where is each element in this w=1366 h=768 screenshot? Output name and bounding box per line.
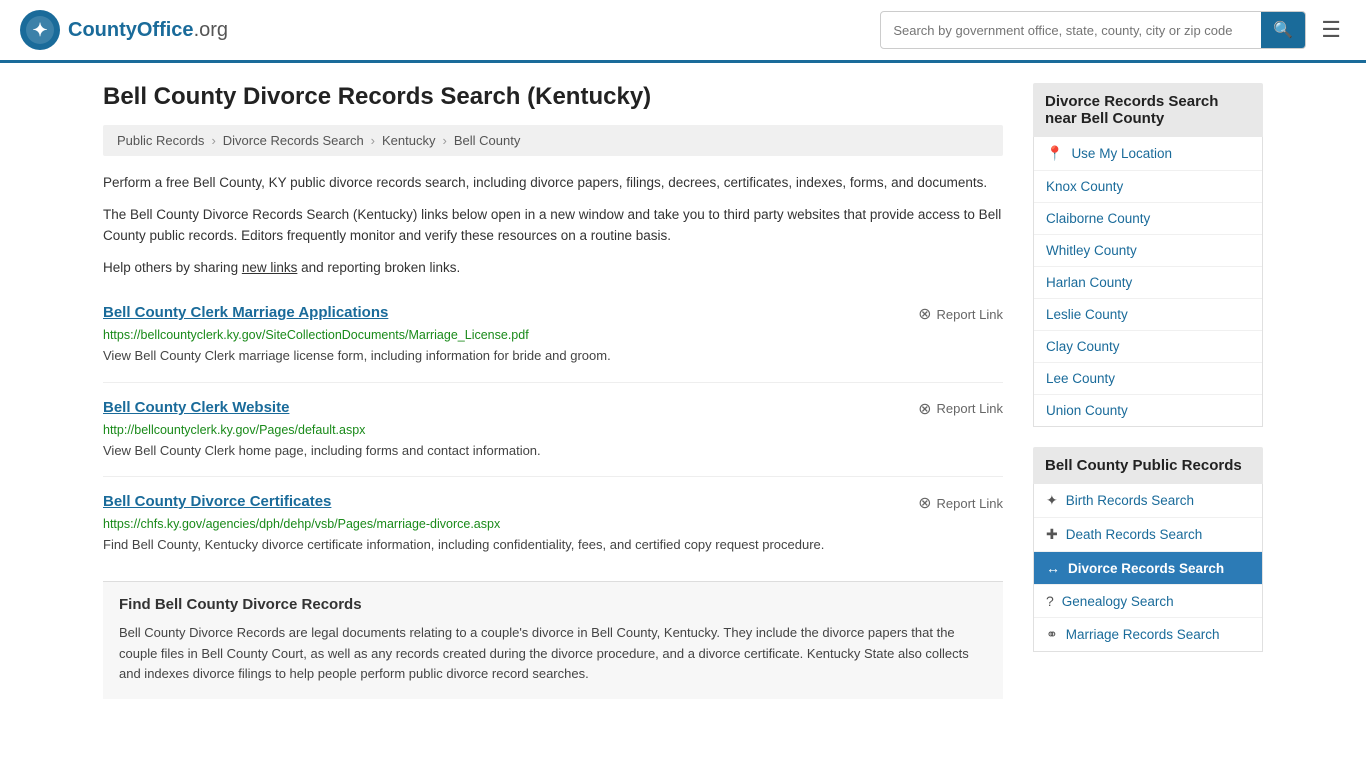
sidebar: Divorce Records Search near Bell County … bbox=[1033, 83, 1263, 699]
pr-link-3[interactable]: Genealogy Search bbox=[1062, 594, 1174, 609]
sidebar-pr-item-1[interactable]: ✚ Death Records Search bbox=[1034, 518, 1262, 552]
result-title-0[interactable]: Bell County Clerk Marriage Applications bbox=[103, 304, 388, 321]
sidebar-nearby-item-6[interactable]: Clay County bbox=[1034, 331, 1262, 363]
results-list: Bell County Clerk Marriage Applications … bbox=[103, 288, 1003, 571]
sidebar-pr-item-4[interactable]: ⚭ Marriage Records Search bbox=[1034, 618, 1262, 651]
logo-icon: ✦ bbox=[20, 10, 60, 50]
sidebar-nearby-title: Divorce Records Search near Bell County bbox=[1033, 83, 1263, 137]
report-icon-1: ⊗ bbox=[918, 399, 931, 419]
sidebar-nearby-item-0[interactable]: 📍 Use My Location bbox=[1034, 137, 1262, 171]
find-section: Find Bell County Divorce Records Bell Co… bbox=[103, 581, 1003, 699]
intro-text-1: Perform a free Bell County, KY public di… bbox=[103, 172, 1003, 194]
result-title-1[interactable]: Bell County Clerk Website bbox=[103, 399, 289, 416]
search-bar: 🔍 bbox=[880, 11, 1306, 49]
intro-text-3: Help others by sharing new links and rep… bbox=[103, 257, 1003, 279]
result-item-1: Bell County Clerk Website ⊗ Report Link … bbox=[103, 383, 1003, 478]
breadcrumb-sep-2: › bbox=[371, 133, 375, 148]
result-url-0: https://bellcountyclerk.ky.gov/SiteColle… bbox=[103, 328, 1003, 342]
result-title-2[interactable]: Bell County Divorce Certificates bbox=[103, 493, 331, 510]
result-url-1: http://bellcountyclerk.ky.gov/Pages/defa… bbox=[103, 423, 1003, 437]
nearby-link-3[interactable]: Whitley County bbox=[1046, 243, 1137, 258]
breadcrumb-link-kentucky[interactable]: Kentucky bbox=[382, 133, 435, 148]
public-records-list: ✦ Birth Records Search ✚ Death Records S… bbox=[1033, 484, 1263, 652]
sidebar-nearby-item-3[interactable]: Whitley County bbox=[1034, 235, 1262, 267]
result-url-2: https://chfs.ky.gov/agencies/dph/dehp/vs… bbox=[103, 517, 1003, 531]
report-icon-0: ⊗ bbox=[918, 304, 931, 324]
report-link-2[interactable]: ⊗ Report Link bbox=[918, 493, 1003, 513]
nearby-link-0[interactable]: Use My Location bbox=[1071, 146, 1172, 161]
sidebar-nearby-item-2[interactable]: Claiborne County bbox=[1034, 203, 1262, 235]
sidebar-nearby-section: Divorce Records Search near Bell County … bbox=[1033, 83, 1263, 427]
nearby-list: 📍 Use My Location Knox County Claiborne Cou… bbox=[1033, 137, 1263, 427]
header-right: 🔍 ☰ bbox=[880, 11, 1346, 49]
report-link-1[interactable]: ⊗ Report Link bbox=[918, 399, 1003, 419]
nearby-link-1[interactable]: Knox County bbox=[1046, 179, 1123, 194]
search-input[interactable] bbox=[881, 15, 1261, 46]
breadcrumb: Public Records › Divorce Records Search … bbox=[103, 125, 1003, 156]
new-links-link[interactable]: new links bbox=[242, 260, 298, 275]
breadcrumb-sep-3: › bbox=[443, 133, 447, 148]
sidebar-pr-item-3[interactable]: ? Genealogy Search bbox=[1034, 585, 1262, 618]
nearby-link-2[interactable]: Claiborne County bbox=[1046, 211, 1150, 226]
pr-link-4[interactable]: Marriage Records Search bbox=[1066, 627, 1220, 642]
pr-icon-2: ↔ bbox=[1046, 560, 1060, 576]
pr-icon-0: ✦ bbox=[1046, 492, 1058, 509]
report-label-1: Report Link bbox=[937, 401, 1003, 416]
sidebar-public-records-section: Bell County Public Records ✦ Birth Recor… bbox=[1033, 447, 1263, 652]
pr-link-0[interactable]: Birth Records Search bbox=[1066, 493, 1194, 508]
nearby-link-5[interactable]: Leslie County bbox=[1046, 307, 1128, 322]
logo-area: ✦ CountyOffice.org bbox=[20, 10, 228, 50]
pr-icon-1: ✚ bbox=[1046, 526, 1058, 543]
pr-icon-3: ? bbox=[1046, 593, 1054, 609]
sidebar-nearby-item-5[interactable]: Leslie County bbox=[1034, 299, 1262, 331]
pr-icon-4: ⚭ bbox=[1046, 626, 1058, 643]
breadcrumb-link-public-records[interactable]: Public Records bbox=[117, 133, 204, 148]
nearby-link-4[interactable]: Harlan County bbox=[1046, 275, 1132, 290]
nearby-link-6[interactable]: Clay County bbox=[1046, 339, 1120, 354]
location-icon: 📍 bbox=[1046, 145, 1063, 162]
svg-text:✦: ✦ bbox=[32, 20, 47, 40]
sidebar-nearby-item-8[interactable]: Union County bbox=[1034, 395, 1262, 426]
pr-link-1[interactable]: Death Records Search bbox=[1066, 527, 1203, 542]
result-item-0: Bell County Clerk Marriage Applications … bbox=[103, 288, 1003, 383]
report-label-0: Report Link bbox=[937, 307, 1003, 322]
find-section-text: Bell County Divorce Records are legal do… bbox=[119, 623, 987, 685]
sidebar-pr-item-0[interactable]: ✦ Birth Records Search bbox=[1034, 484, 1262, 518]
logo-text: CountyOffice.org bbox=[68, 19, 228, 42]
page-title: Bell County Divorce Records Search (Kent… bbox=[103, 83, 1003, 111]
sidebar-nearby-item-1[interactable]: Knox County bbox=[1034, 171, 1262, 203]
sidebar-pr-item-2[interactable]: ↔ Divorce Records Search bbox=[1034, 552, 1262, 585]
result-desc-2: Find Bell County, Kentucky divorce certi… bbox=[103, 535, 1003, 555]
menu-button[interactable]: ☰ bbox=[1316, 12, 1346, 48]
intro-text-2: The Bell County Divorce Records Search (… bbox=[103, 204, 1003, 247]
report-link-0[interactable]: ⊗ Report Link bbox=[918, 304, 1003, 324]
search-button[interactable]: 🔍 bbox=[1261, 12, 1305, 48]
result-desc-0: View Bell County Clerk marriage license … bbox=[103, 346, 1003, 366]
nearby-link-8[interactable]: Union County bbox=[1046, 403, 1128, 418]
report-icon-2: ⊗ bbox=[918, 493, 931, 513]
find-section-title: Find Bell County Divorce Records bbox=[119, 596, 987, 613]
sidebar-public-records-title: Bell County Public Records bbox=[1033, 447, 1263, 484]
content-area: Bell County Divorce Records Search (Kent… bbox=[103, 83, 1003, 699]
nearby-link-7[interactable]: Lee County bbox=[1046, 371, 1115, 386]
result-item-2: Bell County Divorce Certificates ⊗ Repor… bbox=[103, 477, 1003, 571]
pr-link-2[interactable]: Divorce Records Search bbox=[1068, 561, 1224, 576]
breadcrumb-sep-1: › bbox=[211, 133, 215, 148]
report-label-2: Report Link bbox=[937, 496, 1003, 511]
result-desc-1: View Bell County Clerk home page, includ… bbox=[103, 441, 1003, 461]
breadcrumb-link-divorce[interactable]: Divorce Records Search bbox=[223, 133, 364, 148]
header: ✦ CountyOffice.org 🔍 ☰ bbox=[0, 0, 1366, 63]
sidebar-nearby-item-4[interactable]: Harlan County bbox=[1034, 267, 1262, 299]
breadcrumb-current: Bell County bbox=[454, 133, 520, 148]
sidebar-nearby-item-7[interactable]: Lee County bbox=[1034, 363, 1262, 395]
main-container: Bell County Divorce Records Search (Kent… bbox=[83, 63, 1283, 719]
